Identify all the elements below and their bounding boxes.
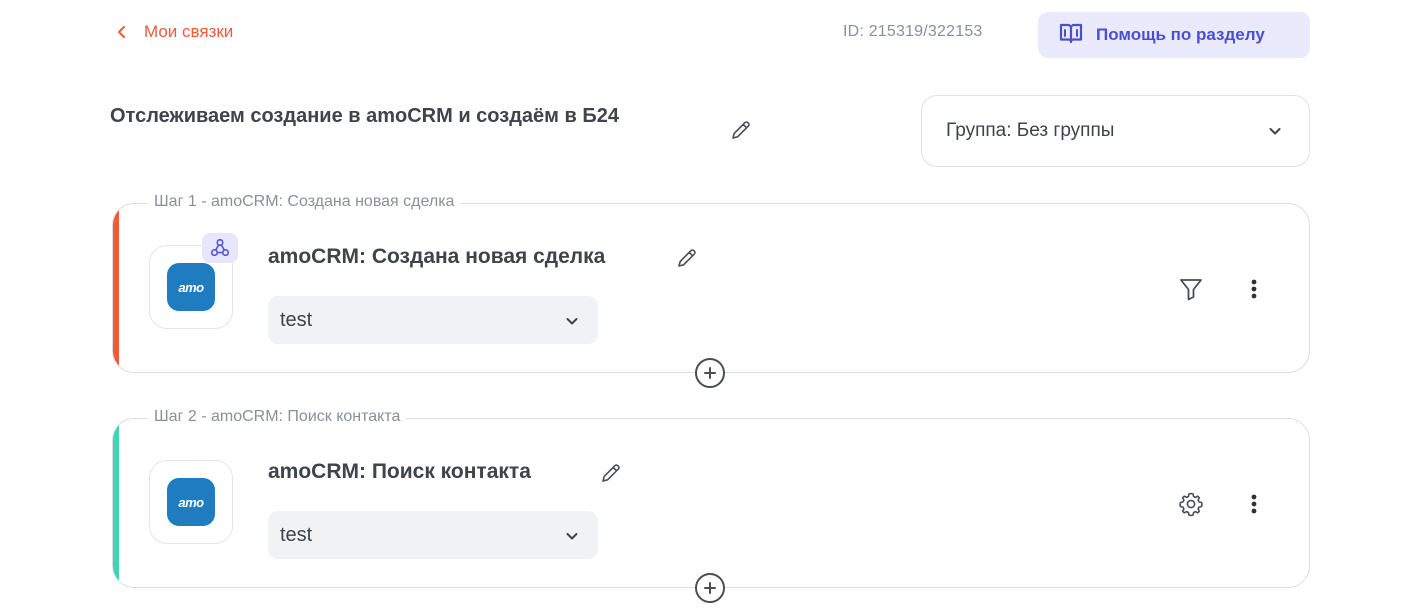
book-icon (1058, 21, 1084, 50)
add-step-button[interactable] (695, 573, 725, 603)
plus-icon (704, 367, 716, 379)
more-options-icon[interactable] (1243, 490, 1265, 518)
step-title: amoCRM: Создана новая сделка (268, 245, 606, 268)
step-card-frame (112, 203, 1310, 373)
edit-step-pencil-icon[interactable] (675, 246, 699, 270)
app-icon-box: amo (149, 460, 233, 544)
account-select[interactable]: test (268, 296, 598, 344)
edit-title-pencil-icon[interactable] (729, 118, 753, 142)
group-select[interactable]: Группа: Без группы (921, 95, 1310, 167)
amocrm-logo: amo (167, 263, 215, 311)
amocrm-logo-text: amo (178, 279, 204, 295)
webhook-icon (202, 233, 238, 263)
filter-icon[interactable] (1177, 275, 1205, 303)
group-select-value: Группа: Без группы (946, 120, 1115, 141)
back-link-label: Мои связки (144, 22, 234, 41)
account-select[interactable]: test (268, 511, 598, 559)
chevron-left-icon (114, 24, 130, 40)
amocrm-logo-text: amo (178, 494, 204, 510)
step-card-2: Шаг 2 - amoCRM: Поиск контакта amo amoCR… (112, 406, 1310, 603)
add-step-button[interactable] (695, 358, 725, 388)
step-card-1: Шаг 1 - amoCRM: Создана новая сделка amo… (112, 191, 1310, 388)
help-button-label: Помощь по разделу (1096, 25, 1265, 44)
edit-step-pencil-icon[interactable] (599, 461, 623, 485)
chevron-down-icon (564, 527, 580, 543)
bundle-id: ID: 215319/322153 (843, 23, 983, 40)
step-accent-bar (113, 204, 119, 372)
help-button[interactable]: Помощь по разделу (1038, 12, 1310, 58)
gear-icon[interactable] (1177, 490, 1205, 518)
step-legend: Шаг 1 - amoCRM: Создана новая сделка (148, 191, 461, 213)
account-select-value: test (280, 308, 313, 331)
amocrm-logo: amo (167, 478, 215, 526)
chevron-down-icon (1267, 123, 1283, 139)
step-legend: Шаг 2 - amoCRM: Поиск контакта (148, 406, 407, 428)
account-select-value: test (280, 523, 313, 546)
page-title: Отслеживаем создание в amoCRM и создаём … (110, 105, 619, 127)
plus-icon (704, 582, 716, 594)
step-accent-bar (113, 419, 119, 587)
back-link[interactable]: Мои связки (114, 22, 233, 42)
chevron-down-icon (564, 312, 580, 328)
step-title: amoCRM: Поиск контакта (268, 460, 531, 483)
step-card-frame (112, 418, 1310, 588)
more-options-icon[interactable] (1243, 275, 1265, 303)
